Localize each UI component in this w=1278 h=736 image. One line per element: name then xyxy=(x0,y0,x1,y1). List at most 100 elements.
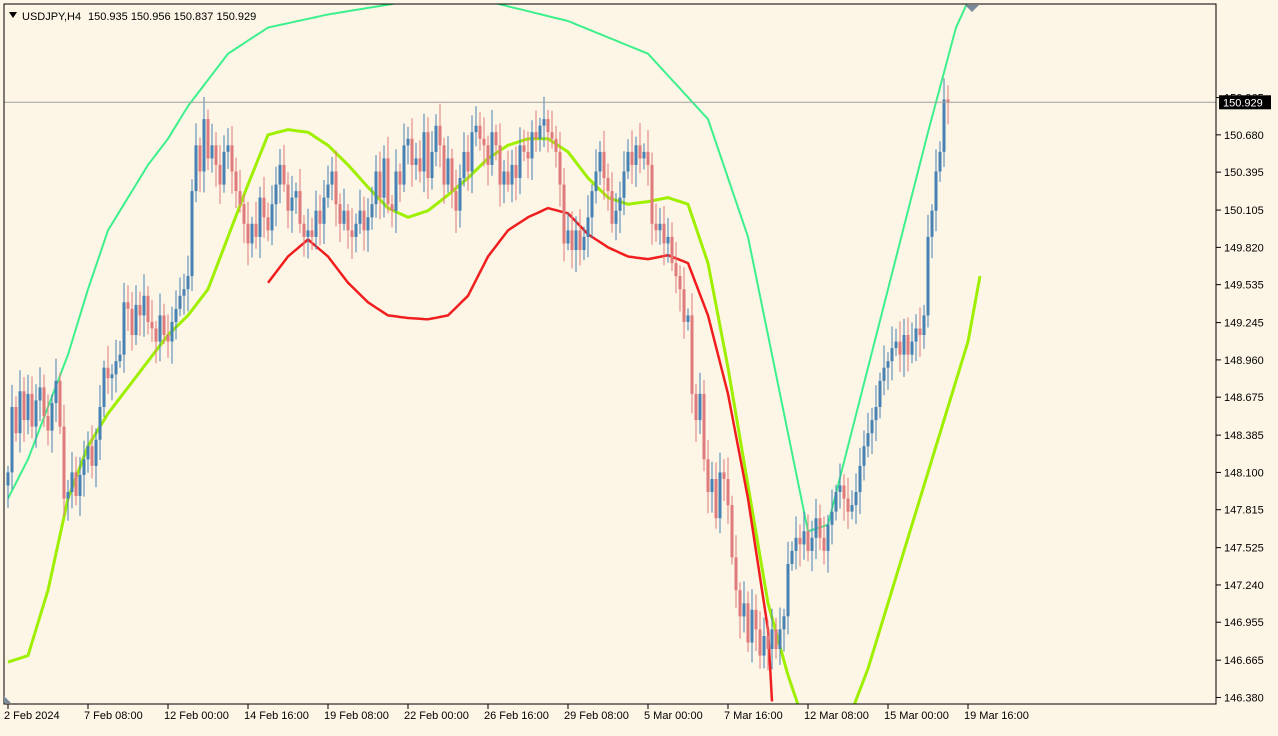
candle-body xyxy=(466,151,470,172)
candle-body xyxy=(278,164,282,185)
candle-body xyxy=(686,315,690,322)
candle-body xyxy=(470,132,474,172)
candle-body xyxy=(114,361,118,375)
price-chart[interactable]: 150.965150.680150.395150.105149.820149.5… xyxy=(0,0,1278,731)
x-axis-tick-label: 7 Mar 16:00 xyxy=(724,710,783,722)
candle-body xyxy=(634,145,638,165)
candle-body xyxy=(214,145,218,165)
candle-body xyxy=(46,416,50,431)
candle-body xyxy=(786,564,790,617)
candle-body xyxy=(750,609,754,643)
candle-body xyxy=(878,380,882,407)
candle-body xyxy=(810,537,814,551)
candle-body xyxy=(374,171,378,205)
candle-body xyxy=(86,446,90,460)
candle-body xyxy=(782,616,786,630)
candle-body xyxy=(510,164,514,185)
candle-body xyxy=(490,132,494,165)
candle-body xyxy=(934,171,938,211)
candle-body xyxy=(338,204,342,224)
candle-body xyxy=(182,289,186,296)
ohlc-label: 150.935 150.956 150.837 150.929 xyxy=(88,11,256,23)
candle-body xyxy=(226,145,230,152)
candle-body xyxy=(838,485,842,492)
candle-body xyxy=(586,217,590,237)
candle-body xyxy=(426,132,430,178)
candle-body xyxy=(354,223,358,237)
chart-window[interactable]: 150.965150.680150.395150.105149.820149.5… xyxy=(0,0,1278,731)
candle-body xyxy=(894,341,898,349)
candle-body xyxy=(742,603,746,617)
candle-body xyxy=(190,191,194,277)
candle-body xyxy=(582,236,586,250)
candle-body xyxy=(654,223,658,231)
candle-body xyxy=(454,191,458,211)
candle-body xyxy=(130,308,134,336)
candle-body xyxy=(206,119,210,159)
candle-body xyxy=(50,403,54,431)
candle-body xyxy=(762,636,766,656)
candle-body xyxy=(262,197,266,218)
candle-body xyxy=(774,629,778,649)
x-axis-tick-label: 12 Feb 00:00 xyxy=(164,710,229,722)
candle-body xyxy=(606,178,610,192)
candle-body xyxy=(502,171,506,185)
chart-background xyxy=(0,0,1278,731)
candle-body xyxy=(602,151,606,179)
candle-body xyxy=(830,511,834,525)
candle-body xyxy=(306,230,310,237)
y-axis-tick-label: 150.395 xyxy=(1224,167,1264,179)
candle-body xyxy=(154,328,158,342)
y-axis-tick-label: 150.105 xyxy=(1224,205,1264,217)
x-axis-tick-label: 14 Feb 16:00 xyxy=(244,710,309,722)
candle-body xyxy=(418,158,422,172)
candle-body xyxy=(118,354,122,362)
candle-body xyxy=(566,230,570,244)
candle-body xyxy=(442,145,446,185)
candle-body xyxy=(526,151,530,159)
candle-body xyxy=(170,321,174,342)
candle-body xyxy=(610,191,614,224)
candle-body xyxy=(842,485,846,499)
candle-body xyxy=(30,393,34,427)
candle-body xyxy=(794,537,798,551)
candle-body xyxy=(506,171,510,185)
candle-body xyxy=(806,531,810,551)
candle-body xyxy=(574,230,578,250)
candle-body xyxy=(218,164,222,185)
candle-body xyxy=(818,518,822,538)
y-axis-tick-label: 149.535 xyxy=(1224,280,1264,292)
candle-body xyxy=(542,119,546,126)
candle-body xyxy=(350,230,354,237)
candle-body xyxy=(754,609,758,630)
candle-body xyxy=(594,171,598,192)
candle-body xyxy=(562,184,566,244)
candle-body xyxy=(26,393,30,421)
x-axis-tick-label: 5 Mar 00:00 xyxy=(644,710,703,722)
candle-body xyxy=(746,603,750,643)
candle-body xyxy=(822,537,826,551)
candle-body xyxy=(18,391,22,434)
candle-body xyxy=(666,236,670,244)
candle-body xyxy=(98,407,102,440)
candle-body xyxy=(202,119,206,172)
candle-body xyxy=(622,171,626,198)
candle-body xyxy=(74,472,78,496)
candle-body xyxy=(578,230,582,250)
candle-body xyxy=(802,531,806,545)
candle-body xyxy=(82,459,86,475)
candle-body xyxy=(14,407,18,434)
candle-body xyxy=(234,171,238,192)
candle-body xyxy=(390,204,394,211)
candle-body xyxy=(430,151,434,179)
candle-body xyxy=(734,557,738,591)
y-axis-tick-label: 148.960 xyxy=(1224,355,1264,367)
y-axis-tick-label: 146.955 xyxy=(1224,617,1264,629)
candle-body xyxy=(942,99,946,152)
candle-body xyxy=(630,151,634,165)
candle-body xyxy=(890,348,894,362)
candle-body xyxy=(462,151,466,179)
candle-body xyxy=(150,321,154,329)
candle-body xyxy=(798,537,802,545)
candle-body xyxy=(534,132,538,139)
